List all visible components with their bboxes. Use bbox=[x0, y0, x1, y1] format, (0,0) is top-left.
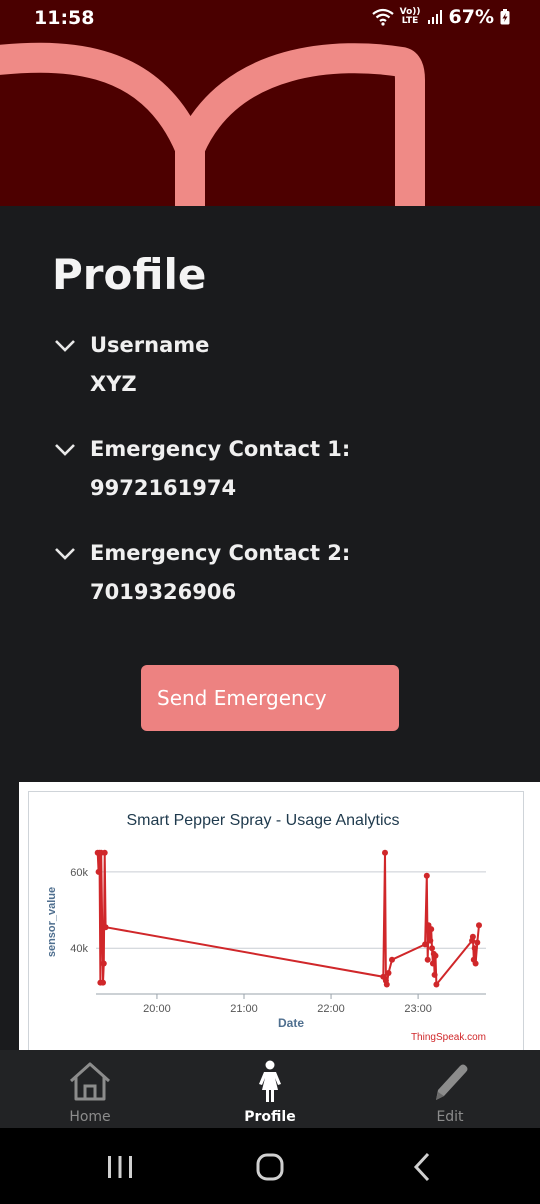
data-point bbox=[432, 952, 439, 959]
data-point bbox=[101, 849, 108, 856]
data-point bbox=[427, 937, 434, 944]
bottom-navigation: Home Profile Edit bbox=[0, 1050, 540, 1128]
lte-label: LTE bbox=[401, 16, 419, 26]
data-point bbox=[429, 960, 436, 967]
status-indicators: Vo)) LTE 67% bbox=[371, 6, 510, 28]
data-point bbox=[474, 939, 481, 946]
chevron-down-icon[interactable] bbox=[52, 543, 78, 563]
hero-banner bbox=[0, 40, 540, 206]
status-time: 11:58 bbox=[34, 7, 95, 29]
data-point bbox=[428, 926, 435, 933]
data-point bbox=[469, 933, 476, 940]
data-point bbox=[471, 945, 478, 952]
username-value: XYZ bbox=[90, 372, 137, 396]
x-axis-label: Date bbox=[278, 1016, 304, 1030]
profile-content: Profile Username XYZ Emergency Contact 1… bbox=[0, 206, 540, 1050]
username-field[interactable]: Username XYZ bbox=[52, 328, 492, 396]
wifi-icon bbox=[371, 8, 394, 26]
nav-edit-label: Edit bbox=[436, 1109, 464, 1125]
logo-graphic bbox=[0, 42, 425, 206]
data-point bbox=[433, 981, 440, 988]
emergency-contact-1-field[interactable]: Emergency Contact 1: 9972161974 bbox=[52, 432, 492, 500]
data-point bbox=[95, 868, 102, 875]
data-point bbox=[385, 970, 392, 976]
y-axis-label: sensor_value bbox=[46, 887, 58, 957]
usage-chart: Smart Pepper Spray - Usage Analytics 40k 6… bbox=[46, 812, 486, 1043]
y-tick-label: 40k bbox=[70, 943, 88, 955]
data-point bbox=[382, 849, 388, 856]
data-point bbox=[389, 956, 395, 963]
system-navigation bbox=[0, 1128, 540, 1204]
nav-home-label: Home bbox=[69, 1109, 111, 1125]
series-line bbox=[96, 851, 480, 986]
y-tick-label: 60k bbox=[70, 867, 88, 879]
send-emergency-button[interactable]: Send Emergency bbox=[141, 665, 399, 731]
data-point bbox=[472, 960, 479, 967]
usage-chart-card: Smart Pepper Spray - Usage Analytics 40k 6… bbox=[19, 782, 540, 1050]
nav-edit[interactable]: Edit bbox=[390, 1050, 510, 1128]
nav-profile-label: Profile bbox=[244, 1109, 296, 1125]
data-point bbox=[431, 971, 438, 978]
x-tick-label: 21:00 bbox=[230, 1003, 258, 1015]
data-point bbox=[100, 960, 107, 967]
emergency-contact-2-label: Emergency Contact 2: bbox=[90, 541, 351, 565]
data-point bbox=[100, 979, 106, 986]
data-point bbox=[422, 941, 429, 948]
nav-home[interactable]: Home bbox=[30, 1050, 150, 1128]
status-bar: 11:58 Vo)) LTE 67% bbox=[0, 0, 540, 40]
pencil-icon[interactable] bbox=[428, 1060, 472, 1102]
x-tick-label: 23:00 bbox=[404, 1003, 432, 1015]
data-point bbox=[383, 981, 390, 988]
back-icon[interactable] bbox=[402, 1150, 442, 1184]
chevron-down-icon[interactable] bbox=[52, 439, 78, 459]
signal-icon bbox=[427, 10, 442, 24]
chevron-down-icon[interactable] bbox=[52, 335, 78, 355]
page-title: Profile bbox=[52, 250, 207, 299]
x-tick-label: 22:00 bbox=[317, 1003, 345, 1015]
x-tick-label: 20:00 bbox=[143, 1003, 171, 1015]
home-icon[interactable] bbox=[68, 1060, 112, 1102]
recents-icon[interactable] bbox=[100, 1150, 140, 1184]
data-point bbox=[429, 945, 435, 952]
nav-profile[interactable]: Profile bbox=[210, 1050, 330, 1128]
chart-title: Smart Pepper Spray - Usage Analytics bbox=[126, 812, 399, 829]
emergency-contact-2-field[interactable]: Emergency Contact 2: 7019326906 bbox=[52, 536, 492, 604]
data-point bbox=[102, 924, 109, 931]
network-type: Vo)) LTE bbox=[400, 8, 421, 26]
emergency-contact-1-value: 9972161974 bbox=[90, 476, 237, 500]
data-point bbox=[423, 872, 430, 879]
home-circle-icon[interactable] bbox=[250, 1150, 290, 1184]
username-label: Username bbox=[90, 333, 210, 357]
data-point bbox=[476, 922, 482, 929]
emergency-contact-1-label: Emergency Contact 1: bbox=[90, 437, 351, 461]
person-icon[interactable] bbox=[248, 1060, 292, 1102]
data-point bbox=[424, 956, 431, 963]
emergency-contact-2-value: 7019326906 bbox=[90, 580, 237, 604]
chart-footer: ThingSpeak.com bbox=[411, 1032, 486, 1043]
battery-icon bbox=[500, 9, 510, 25]
battery-percent: 67% bbox=[448, 6, 494, 28]
